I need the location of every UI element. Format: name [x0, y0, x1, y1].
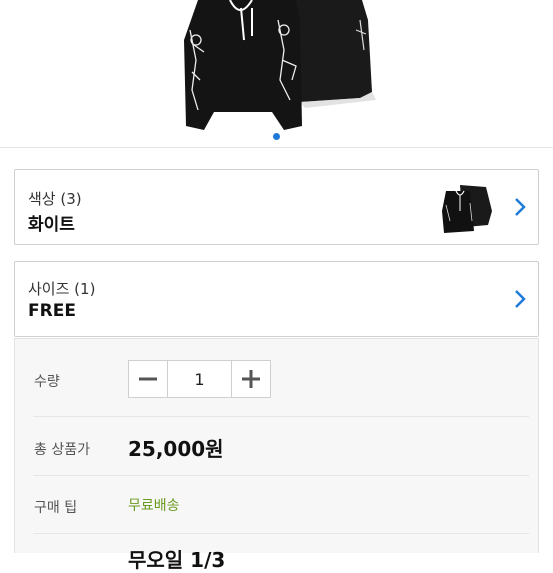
divider	[33, 416, 529, 417]
hoodie-image	[184, 0, 376, 130]
purchase-tip-value: 무료배송	[128, 498, 180, 514]
purchase-summary-panel: 수량 1 총 상품가 25,000원 구매 팁 무료배송 무오일 1/3	[14, 338, 539, 572]
size-option-label: 사이즈 (1)	[28, 280, 96, 298]
chevron-right-icon	[515, 290, 526, 308]
quantity-label: 수량	[34, 374, 60, 390]
increase-quantity-button[interactable]	[232, 361, 270, 397]
color-option-label: 색상 (3)	[28, 190, 82, 208]
minus-icon	[139, 377, 157, 381]
size-option-value: FREE	[28, 301, 76, 321]
hoodie-thumbnail-icon	[442, 185, 492, 233]
plus-icon	[242, 370, 260, 388]
divider	[33, 475, 529, 476]
product-image[interactable]	[0, 0, 553, 135]
color-option-value: 화이트	[28, 215, 75, 235]
decrease-quantity-button[interactable]	[129, 361, 167, 397]
size-option-selector[interactable]: 사이즈 (1) FREE	[14, 261, 539, 337]
total-price-value: 25,000원	[128, 437, 224, 461]
chevron-right-icon	[515, 198, 526, 216]
partial-row-value: 무오일 1/3	[128, 548, 226, 572]
divider	[0, 147, 553, 148]
purchase-tip-label: 구매 팁	[34, 500, 78, 516]
total-price-label: 총 상품가	[34, 442, 90, 458]
quantity-value[interactable]: 1	[167, 361, 232, 397]
divider	[33, 533, 529, 534]
color-option-selector[interactable]: 색상 (3) 화이트	[14, 169, 539, 245]
carousel-dot-active[interactable]	[273, 133, 280, 140]
quantity-stepper[interactable]: 1	[128, 360, 271, 398]
